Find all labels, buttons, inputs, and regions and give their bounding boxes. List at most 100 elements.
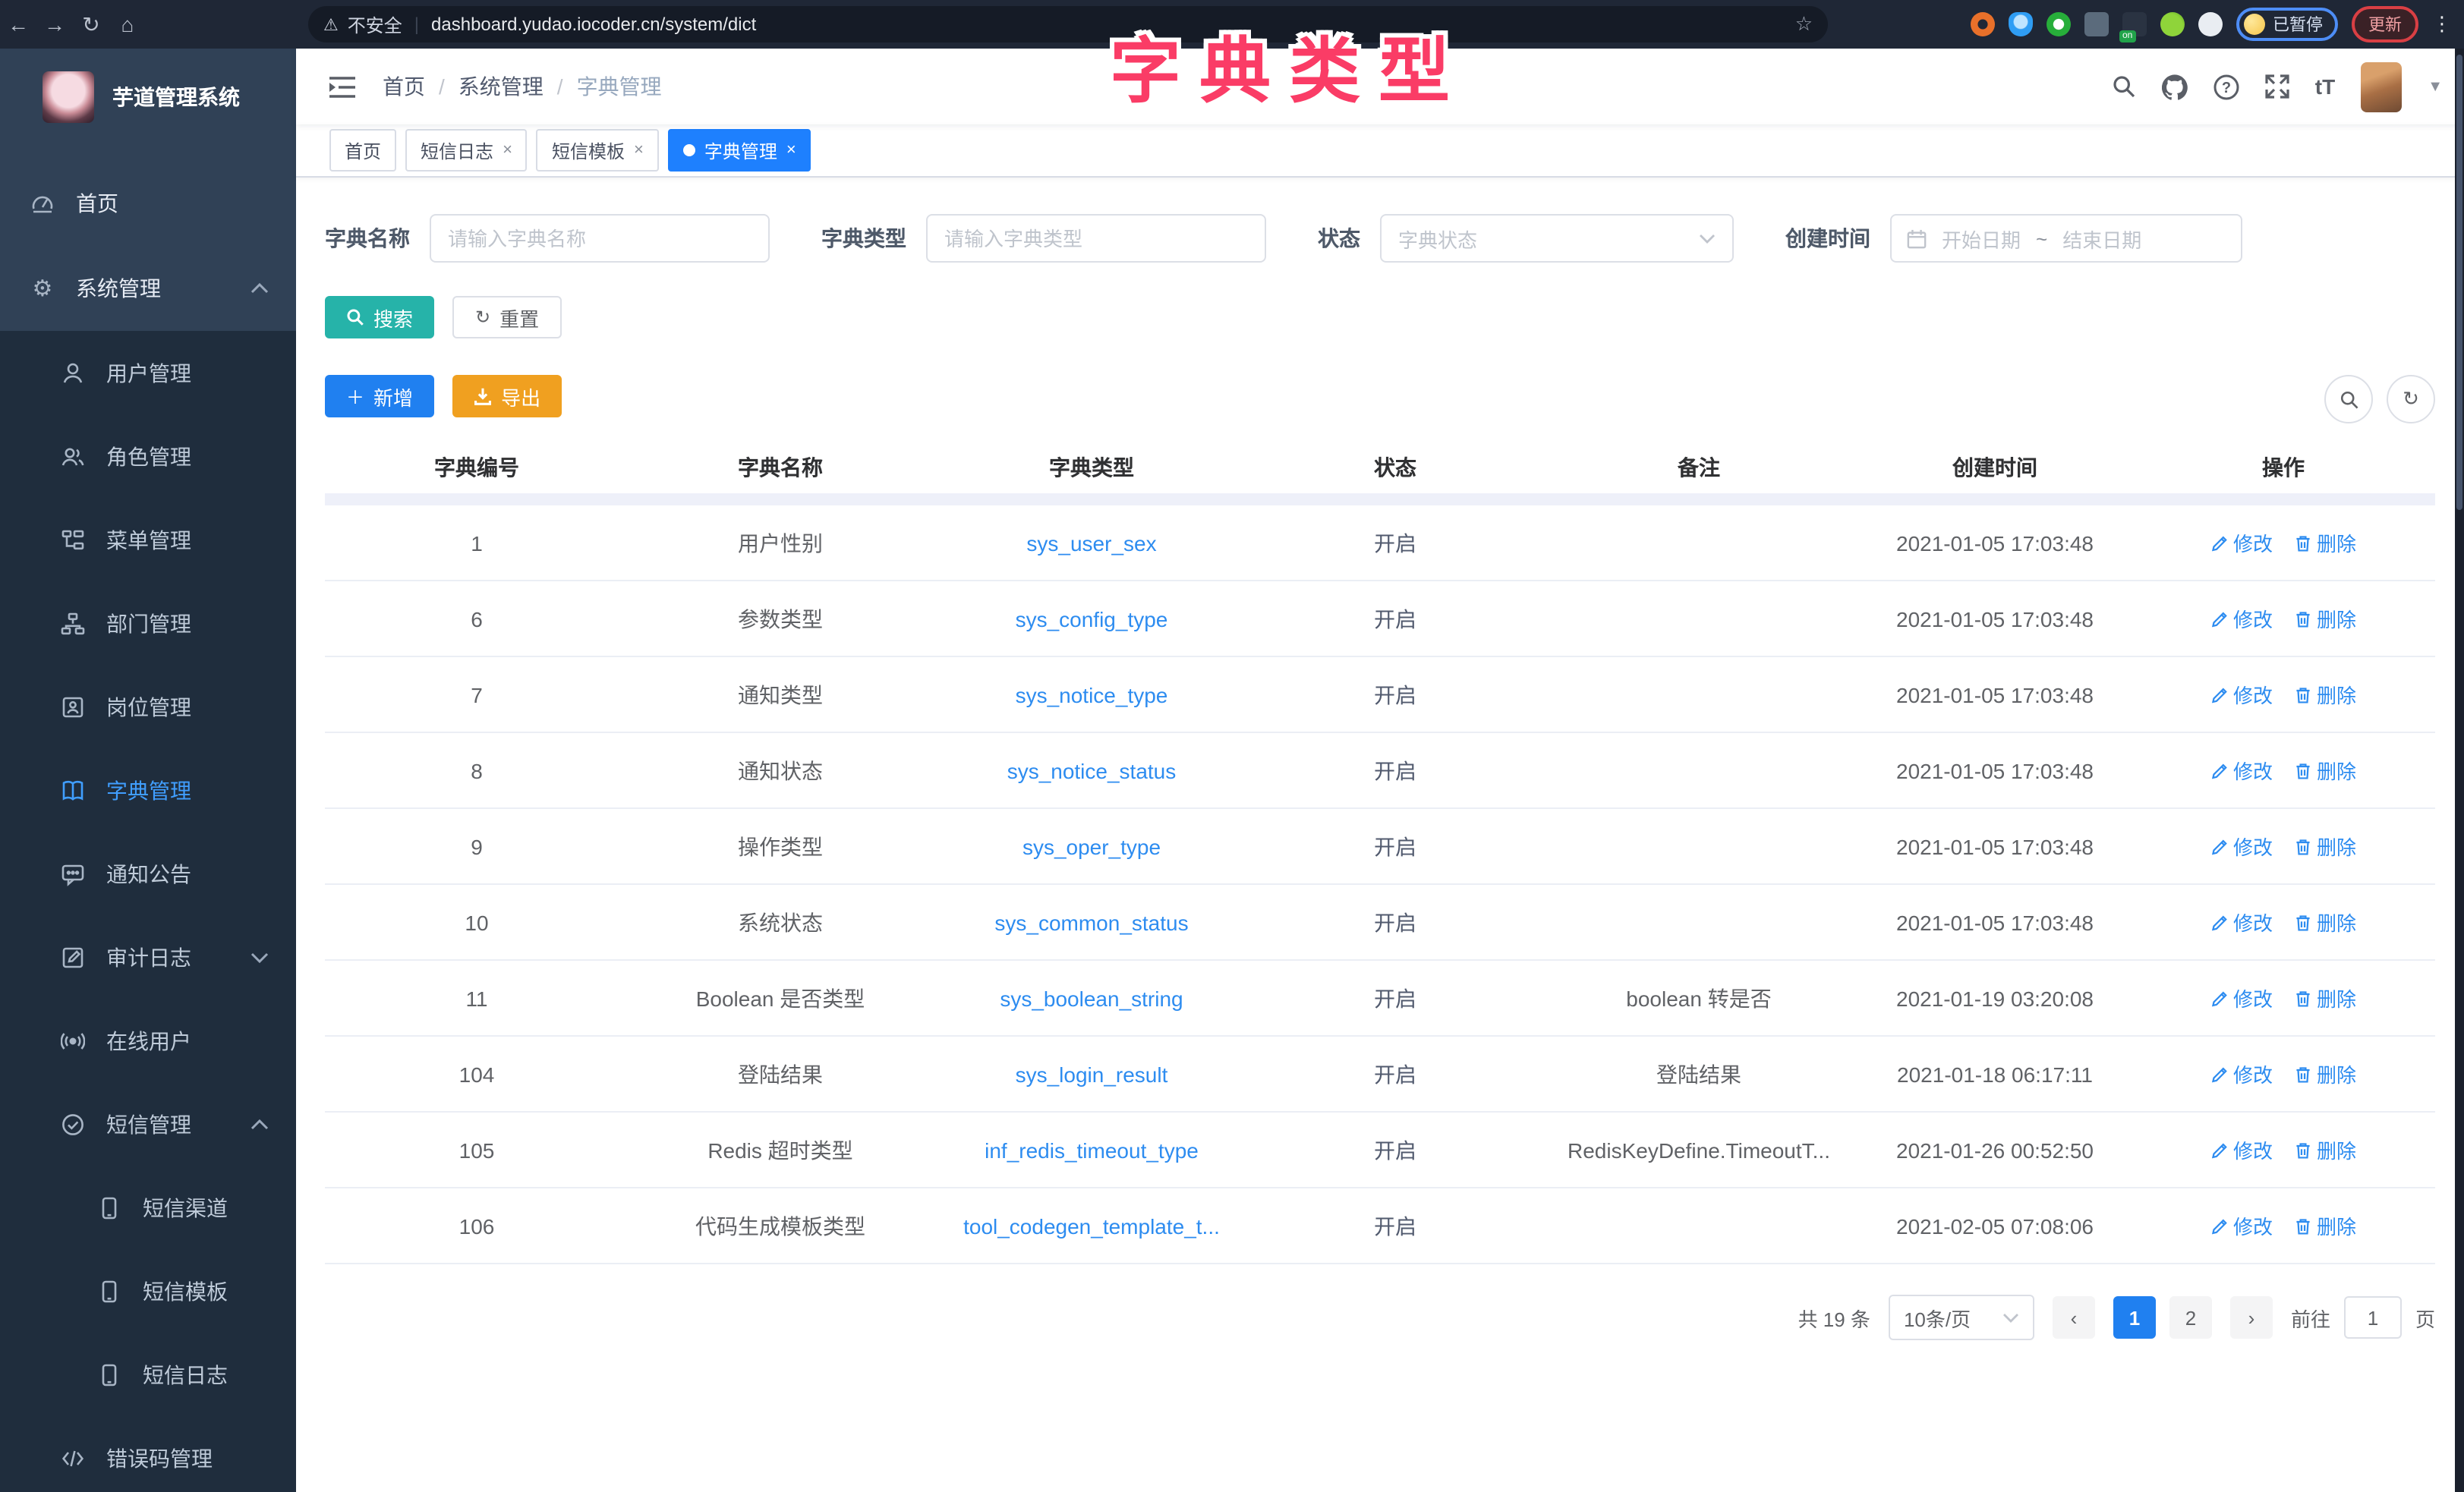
extension-icon[interactable] [1971, 12, 1995, 36]
sidebar-item-短信管理[interactable]: 短信管理 [0, 1082, 296, 1166]
sidebar-item-短信渠道[interactable]: 短信渠道 [0, 1166, 296, 1249]
scrollbar-thumb[interactable] [2456, 55, 2462, 510]
fullscreen-icon[interactable] [2265, 74, 2289, 99]
extension-icon[interactable] [2084, 12, 2109, 36]
extension-icon[interactable] [2009, 12, 2033, 36]
sidebar-item-岗位管理[interactable]: 岗位管理 [0, 665, 296, 748]
extension-icon[interactable]: on [2122, 12, 2147, 36]
add-button[interactable]: ＋ 新增 [325, 375, 434, 417]
search-button[interactable]: 搜索 [325, 296, 434, 338]
dict-type-link[interactable]: sys_user_sex [1026, 530, 1156, 555]
back-icon[interactable]: ← [0, 12, 36, 36]
delete-button[interactable]: 删除 [2294, 528, 2356, 557]
text-size-icon[interactable]: tT [2315, 74, 2335, 99]
sidebar-item-字典管理[interactable]: 字典管理 [0, 748, 296, 832]
tab-首页[interactable]: 首页 [329, 129, 396, 172]
sidebar-item-通知公告[interactable]: 通知公告 [0, 832, 296, 915]
sidebar-item-在线用户[interactable]: 在线用户 [0, 999, 296, 1082]
chrome-update-button[interactable]: 更新 [2352, 6, 2418, 42]
dict-type-link[interactable]: sys_boolean_string [1000, 986, 1183, 1010]
delete-button[interactable]: 删除 [2294, 984, 2356, 1012]
tab-短信日志[interactable]: 短信日志× [405, 129, 528, 172]
breadcrumb-item[interactable]: 首页 [383, 71, 425, 102]
refresh-table-icon[interactable]: ↻ [2387, 375, 2435, 423]
close-icon[interactable]: × [634, 141, 644, 159]
sidebar-item-系统管理[interactable]: ⚙系统管理 [0, 246, 296, 331]
extension-icon[interactable] [2198, 12, 2223, 36]
status-select[interactable]: 字典状态 [1380, 214, 1734, 263]
close-icon[interactable]: × [786, 141, 796, 159]
delete-button[interactable]: 删除 [2294, 1135, 2356, 1164]
dict-type-link[interactable]: sys_notice_type [1016, 682, 1168, 707]
dict-type-link[interactable]: sys_oper_type [1022, 834, 1161, 858]
delete-button[interactable]: 删除 [2294, 1211, 2356, 1240]
dict-type-link[interactable]: tool_codegen_template_t... [963, 1213, 1220, 1238]
sidebar-item-用户管理[interactable]: 用户管理 [0, 331, 296, 414]
cell-status: 开启 [1251, 1036, 1539, 1112]
chevron-down-icon[interactable]: ▼ [2428, 78, 2443, 95]
sidebar-item-审计日志[interactable]: 审计日志 [0, 915, 296, 999]
edit-button[interactable]: 修改 [2210, 1059, 2273, 1088]
page-size-select[interactable]: 10条/页 [1889, 1295, 2034, 1340]
dict-type-link[interactable]: sys_common_status [994, 910, 1188, 934]
extension-icon[interactable] [2160, 12, 2185, 36]
edit-button[interactable]: 修改 [2210, 908, 2273, 936]
edit-button[interactable]: 修改 [2210, 984, 2273, 1012]
reset-button[interactable]: ↻ 重置 [452, 296, 562, 338]
user-avatar[interactable] [2361, 61, 2402, 112]
delete-button[interactable]: 删除 [2294, 604, 2356, 633]
url-bar[interactable]: ⚠ 不安全 | dashboard.yudao.iocoder.cn/syste… [308, 6, 1828, 42]
edit-button[interactable]: 修改 [2210, 604, 2273, 633]
hamburger-icon[interactable] [329, 75, 355, 98]
page-button-2[interactable]: 2 [2169, 1296, 2212, 1339]
sidebar-item-菜单管理[interactable]: 菜单管理 [0, 498, 296, 581]
extension-icon[interactable] [2047, 12, 2071, 36]
browser-menu-icon[interactable]: ⋮ [2432, 12, 2452, 36]
goto-page-input[interactable] [2344, 1296, 2402, 1339]
close-icon[interactable]: × [503, 141, 512, 159]
delete-button[interactable]: 删除 [2294, 756, 2356, 785]
delete-button[interactable]: 删除 [2294, 908, 2356, 936]
cell-dict-id: 1 [325, 505, 629, 581]
tab-短信模板[interactable]: 短信模板× [537, 129, 659, 172]
prev-page-button[interactable]: ‹ [2053, 1296, 2095, 1339]
reload-icon[interactable]: ↻ [73, 11, 109, 37]
sidebar-item-短信日志[interactable]: 短信日志 [0, 1333, 296, 1416]
github-icon[interactable] [2162, 74, 2188, 99]
dict-name-input[interactable] [430, 214, 770, 263]
dict-type-link[interactable]: sys_notice_status [1007, 758, 1177, 782]
tab-字典管理[interactable]: 字典管理× [668, 129, 811, 172]
date-range-picker[interactable]: 开始日期 ~ 结束日期 [1890, 214, 2242, 263]
delete-button[interactable]: 删除 [2294, 680, 2356, 709]
sidebar-item-角色管理[interactable]: 角色管理 [0, 414, 296, 498]
breadcrumb-item[interactable]: 系统管理 [458, 71, 544, 102]
help-icon[interactable]: ? [2214, 74, 2239, 99]
edit-button[interactable]: 修改 [2210, 528, 2273, 557]
sidebar-item-部门管理[interactable]: 部门管理 [0, 581, 296, 665]
page-scrollbar[interactable] [2455, 49, 2464, 1492]
edit-button[interactable]: 修改 [2210, 756, 2273, 785]
sidebar-item-错误码管理[interactable]: 错误码管理 [0, 1416, 296, 1492]
edit-button[interactable]: 修改 [2210, 832, 2273, 861]
dict-type-link[interactable]: sys_login_result [1016, 1062, 1168, 1086]
edit-button[interactable]: 修改 [2210, 680, 2273, 709]
home-icon[interactable]: ⌂ [109, 12, 146, 36]
sidebar-item-首页[interactable]: 首页 [0, 161, 296, 246]
dict-type-link[interactable]: sys_config_type [1016, 606, 1168, 631]
forward-icon[interactable]: → [36, 12, 73, 36]
delete-button[interactable]: 删除 [2294, 1059, 2356, 1088]
toggle-search-icon[interactable] [2324, 375, 2373, 423]
sidebar-logo[interactable]: 芋道管理系统 [0, 49, 296, 146]
delete-button[interactable]: 删除 [2294, 832, 2356, 861]
edit-button[interactable]: 修改 [2210, 1211, 2273, 1240]
bookmark-star-icon[interactable]: ☆ [1795, 12, 1813, 36]
page-button-1[interactable]: 1 [2113, 1296, 2156, 1339]
export-button[interactable]: 导出 [452, 375, 562, 417]
search-icon[interactable] [2112, 74, 2136, 99]
dict-type-input[interactable] [926, 214, 1266, 263]
next-page-button[interactable]: › [2230, 1296, 2273, 1339]
dict-type-link[interactable]: inf_redis_timeout_type [985, 1138, 1199, 1162]
edit-button[interactable]: 修改 [2210, 1135, 2273, 1164]
extension-paused-badge[interactable]: 已暂停 [2236, 8, 2338, 41]
sidebar-item-短信模板[interactable]: 短信模板 [0, 1249, 296, 1333]
